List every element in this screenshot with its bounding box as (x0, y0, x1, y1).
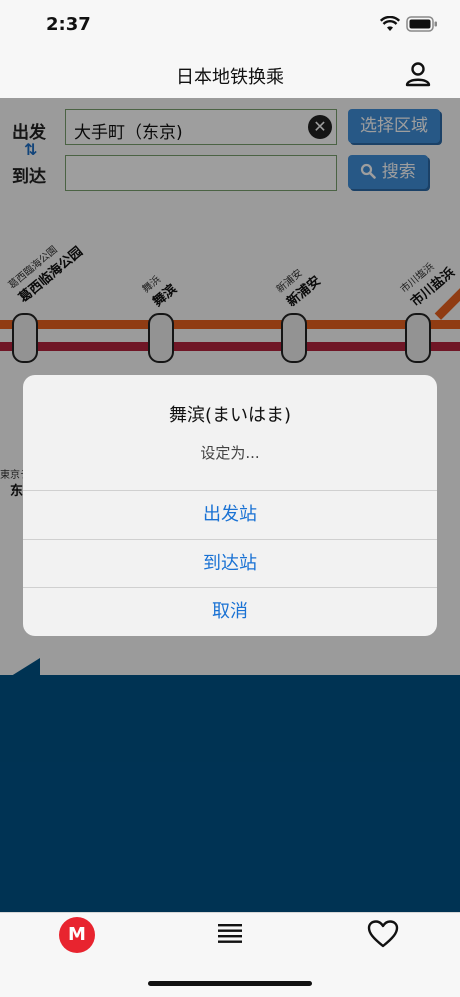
status-time: 2:37 (46, 14, 91, 35)
battery-icon (406, 16, 438, 36)
user-icon[interactable] (404, 60, 432, 92)
dialog-title: 舞滨(まいはま) (168, 405, 292, 426)
wifi-icon (379, 15, 401, 36)
tab-bar: M (0, 912, 460, 997)
page-title: 日本地铁换乘 (176, 67, 284, 88)
set-station-dialog: 舞滨(まいはま) 设定为... 出发站 到达站 取消 (23, 375, 437, 636)
metro-tab-icon[interactable]: M (59, 917, 95, 953)
list-icon[interactable] (217, 921, 243, 951)
set-departure-button[interactable]: 出发站 (23, 491, 437, 539)
cancel-button[interactable]: 取消 (23, 588, 437, 636)
status-bar: 2:37 (0, 0, 460, 50)
set-arrival-button[interactable]: 到达站 (23, 540, 437, 588)
heart-icon[interactable] (367, 920, 399, 952)
dialog-message: 设定为... (200, 444, 260, 462)
home-indicator (148, 981, 312, 986)
navigation-bar: 日本地铁换乘 (0, 50, 460, 99)
